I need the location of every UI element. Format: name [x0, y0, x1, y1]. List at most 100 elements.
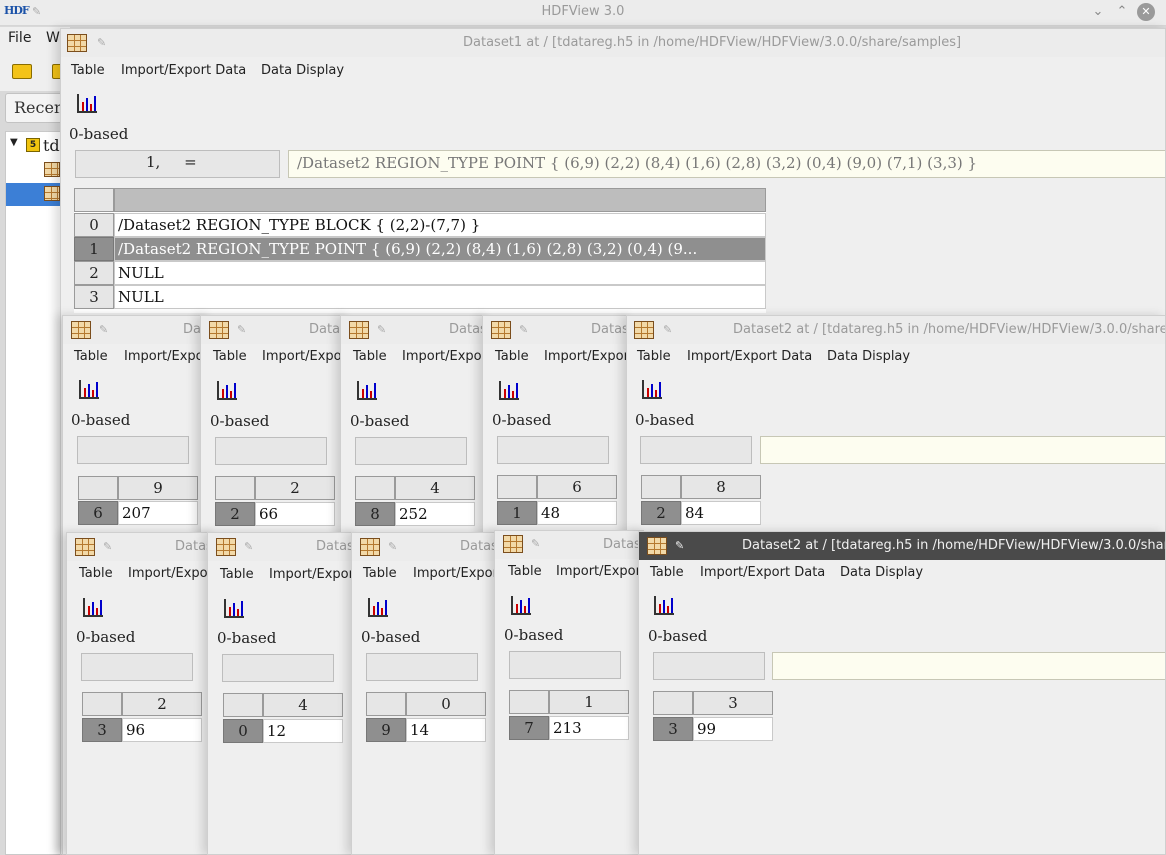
window-titlebar[interactable]: ✎ Datas: [201, 316, 349, 344]
table-cell-selected[interactable]: /Dataset2 REGION_TYPE POINT { (6,9) (2,2…: [114, 237, 766, 261]
cell-address-field[interactable]: [509, 651, 621, 679]
menu-table[interactable]: Table: [353, 349, 387, 364]
row-header-1[interactable]: 1: [74, 237, 114, 261]
cell-address-field[interactable]: [366, 653, 478, 681]
menu-import-export[interactable]: Import/Expor: [124, 349, 209, 364]
maximize-icon[interactable]: ⌃: [1112, 2, 1132, 22]
table-cell[interactable]: 213: [549, 716, 629, 740]
menu-import-export[interactable]: Import/Expor: [262, 349, 347, 364]
window-titlebar[interactable]: ✎ Datas: [495, 531, 643, 559]
close-icon[interactable]: ✕: [1137, 3, 1155, 21]
chart-icon[interactable]: [224, 599, 244, 618]
chart-icon[interactable]: [511, 596, 531, 615]
menu-import-export[interactable]: Import/Export Data: [121, 63, 246, 78]
chart-icon[interactable]: [642, 380, 662, 399]
menu-table[interactable]: Table: [74, 349, 108, 364]
menu-import-export[interactable]: Import/Export Data: [687, 349, 812, 364]
row-header[interactable]: 3: [653, 717, 693, 741]
table-cell[interactable]: NULL: [114, 261, 766, 285]
chart-icon[interactable]: [368, 598, 388, 617]
window-titlebar[interactable]: ✎ Datas: [341, 316, 489, 344]
menu-import-export[interactable]: Import/Expor: [413, 566, 498, 581]
cell-address-field[interactable]: [640, 436, 752, 464]
window-titlebar[interactable]: ✎ Datas: [352, 533, 500, 561]
menu-import-export[interactable]: Import/Expor: [544, 349, 629, 364]
cell-address-field[interactable]: 1, =: [75, 150, 280, 178]
pin-icon[interactable]: ✎: [97, 36, 106, 49]
cell-address-field[interactable]: [222, 654, 334, 682]
menu-table[interactable]: Table: [220, 567, 254, 582]
menu-table[interactable]: Table: [508, 564, 542, 579]
table-cell[interactable]: 66: [255, 502, 335, 526]
table-corner[interactable]: [497, 475, 537, 499]
chart-icon[interactable]: [83, 598, 103, 617]
column-header[interactable]: 2: [255, 476, 335, 500]
menu-table[interactable]: Table: [363, 566, 397, 581]
cell-address-field[interactable]: [81, 653, 193, 681]
cell-value-field[interactable]: [772, 652, 1165, 680]
column-header[interactable]: [114, 188, 766, 212]
minimize-icon[interactable]: ⌄: [1088, 2, 1108, 22]
row-header[interactable]: 2: [641, 501, 681, 525]
window-titlebar[interactable]: ✎ Datas: [67, 533, 215, 561]
pin-icon[interactable]: ✎: [237, 323, 246, 336]
row-header-0[interactable]: 0: [74, 213, 114, 237]
pin-icon[interactable]: ✎: [675, 539, 684, 552]
menu-table[interactable]: Table: [637, 349, 671, 364]
menu-import-export[interactable]: Import/Expor: [128, 566, 213, 581]
cell-address-field[interactable]: [653, 652, 765, 680]
pin-icon[interactable]: ✎: [388, 540, 397, 553]
row-header[interactable]: 8: [355, 502, 395, 526]
menu-import-export[interactable]: Import/Expor: [556, 564, 641, 579]
menu-table[interactable]: Table: [71, 63, 105, 78]
pin-icon[interactable]: ✎: [103, 540, 112, 553]
menu-file[interactable]: File: [8, 30, 31, 46]
chart-icon[interactable]: [654, 596, 674, 615]
table-corner[interactable]: [82, 692, 122, 716]
menu-table[interactable]: Table: [495, 349, 529, 364]
row-header[interactable]: 9: [366, 718, 406, 742]
menu-import-export[interactable]: Import/Export Data: [700, 565, 825, 580]
menu-table[interactable]: Table: [79, 566, 113, 581]
cell-value-field[interactable]: [760, 436, 1165, 464]
window-titlebar[interactable]: ✎ Dataset2 at / [tdatareg.h5 in /home/HD…: [639, 532, 1165, 560]
table-corner[interactable]: [641, 475, 681, 499]
column-header[interactable]: 8: [681, 475, 761, 499]
table-cell[interactable]: 96: [122, 718, 202, 742]
table-corner[interactable]: [223, 693, 263, 717]
menu-window[interactable]: W: [46, 30, 60, 46]
row-header[interactable]: 0: [223, 719, 263, 743]
pin-icon[interactable]: ✎: [519, 323, 528, 336]
window-titlebar[interactable]: ✎ Dataset1 at / [tdatareg.h5 in /home/HD…: [61, 29, 1165, 57]
table-cell[interactable]: 252: [395, 502, 475, 526]
pin-icon[interactable]: ✎: [377, 323, 386, 336]
pin-icon[interactable]: ✎: [99, 323, 108, 336]
window-titlebar[interactable]: ✎ Data: [63, 316, 211, 344]
cell-address-field[interactable]: [497, 436, 609, 464]
table-corner[interactable]: [509, 690, 549, 714]
menu-data-display[interactable]: Data Display: [261, 63, 344, 78]
chart-icon[interactable]: [79, 380, 99, 399]
menu-table[interactable]: Table: [213, 349, 247, 364]
menu-data-display[interactable]: Data Display: [840, 565, 923, 580]
table-corner[interactable]: [366, 692, 406, 716]
window-titlebar[interactable]: ✎ Datas: [483, 316, 631, 344]
chart-icon[interactable]: [357, 381, 377, 400]
pin-icon[interactable]: ✎: [531, 537, 540, 550]
column-header[interactable]: 2: [122, 692, 202, 716]
table-cell[interactable]: 99: [693, 717, 773, 741]
table-corner[interactable]: [215, 476, 255, 500]
menu-import-export[interactable]: Import/Expor: [402, 349, 487, 364]
column-header[interactable]: 4: [395, 476, 475, 500]
table-corner[interactable]: [653, 691, 693, 715]
row-header[interactable]: 1: [497, 501, 537, 525]
table-corner[interactable]: [74, 188, 114, 212]
pin-icon[interactable]: ✎: [244, 540, 253, 553]
table-cell[interactable]: 84: [681, 501, 761, 525]
table-cell[interactable]: 48: [537, 501, 617, 525]
window-titlebar[interactable]: ✎ Dataset2 at / [tdatareg.h5 in /home/HD…: [627, 316, 1165, 344]
row-header-2[interactable]: 2: [74, 261, 114, 285]
row-header[interactable]: 6: [78, 501, 118, 525]
cell-address-field[interactable]: [355, 437, 467, 465]
chart-icon[interactable]: [217, 381, 237, 400]
